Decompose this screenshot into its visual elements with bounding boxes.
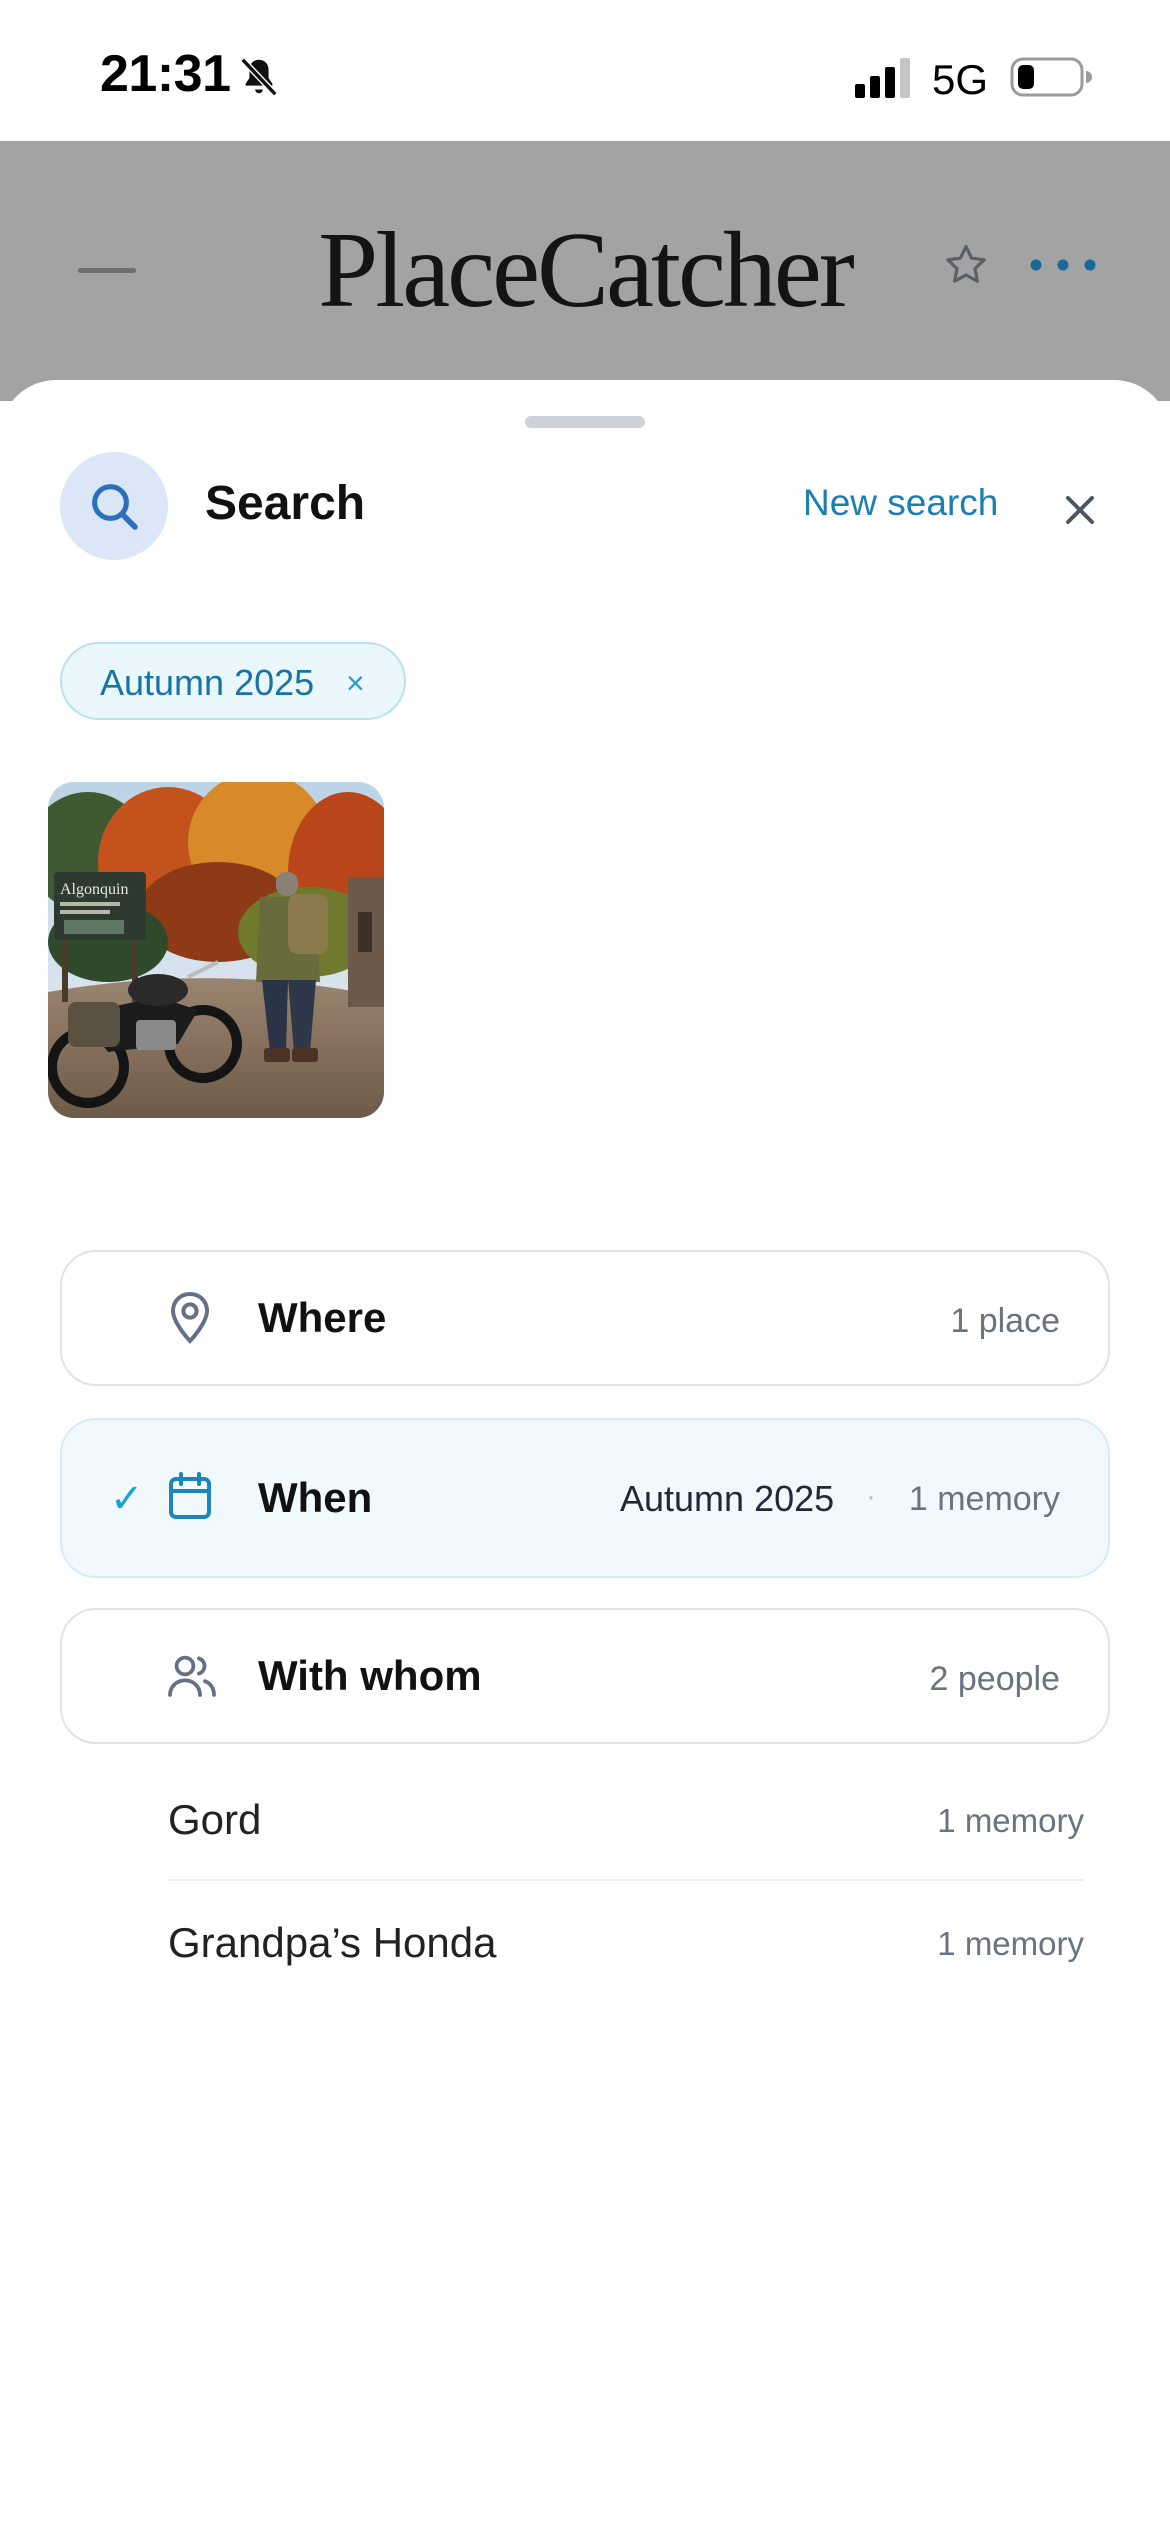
sheet-grabber[interactable] — [525, 416, 645, 428]
network-label: 5G — [932, 56, 989, 103]
filter-row-when[interactable]: ✓ When Autumn 2025 · 1 memory — [60, 1418, 1110, 1578]
new-search-button[interactable]: New search — [803, 482, 998, 524]
status-bar: 21:31 5G — [0, 0, 1170, 141]
app-header: PlaceCatcher — [0, 141, 1170, 401]
list-divider — [168, 1879, 1084, 1881]
calendar-icon — [169, 1472, 211, 1519]
when-count: 1 memory — [908, 1480, 1060, 1518]
where-count: 1 place — [950, 1302, 1060, 1340]
app-title: PlaceCatcher — [318, 211, 855, 330]
when-selected-value: Autumn 2025 — [620, 1478, 835, 1519]
sheet-title: Search — [205, 477, 366, 530]
photo-sign-text: Algonquin — [60, 881, 128, 898]
with-whom-count: 2 people — [929, 1660, 1060, 1698]
filter-chip-autumn-2025[interactable]: Autumn 2025 × — [60, 642, 406, 720]
filter-chip-label: Autumn 2025 — [100, 662, 315, 703]
people-icon — [168, 1655, 216, 1697]
location-pin-icon — [170, 1291, 210, 1344]
star-icon[interactable] — [942, 241, 990, 289]
search-icon — [92, 484, 138, 530]
list-item[interactable]: Gord 1 memory — [168, 1760, 1084, 1880]
person-name: Gord — [168, 1796, 262, 1843]
filter-row-with-whom[interactable]: With whom 2 people — [60, 1608, 1110, 1744]
where-label: Where — [258, 1294, 387, 1341]
filter-row-where[interactable]: Where 1 place — [60, 1250, 1110, 1386]
close-icon[interactable] — [1062, 492, 1098, 528]
battery-icon — [1010, 57, 1092, 97]
search-icon-button[interactable] — [60, 452, 168, 560]
remove-filter-icon[interactable]: × — [346, 665, 365, 702]
when-label: When — [258, 1474, 373, 1521]
status-time: 21:31 — [100, 45, 231, 103]
more-icon[interactable] — [1028, 255, 1098, 275]
result-photo-thumbnail[interactable]: Algonquin — [48, 782, 384, 1118]
with-whom-label: With whom — [258, 1652, 482, 1699]
person-memory-count: 1 memory — [937, 1802, 1084, 1839]
list-item[interactable]: Grandpa’s Honda 1 memory — [168, 1883, 1084, 2003]
person-memory-count: 1 memory — [937, 1925, 1084, 1962]
search-sheet: Search New search Autumn 2025 × Algonqui… — [0, 380, 1170, 2532]
photo-image: Algonquin — [48, 782, 384, 1118]
check-icon: ✓ — [110, 1477, 144, 1521]
bell-slash-icon — [240, 57, 278, 97]
meta-separator: · — [866, 1480, 876, 1513]
signal-icon — [855, 58, 910, 98]
person-name: Grandpa’s Honda — [168, 1919, 497, 1966]
